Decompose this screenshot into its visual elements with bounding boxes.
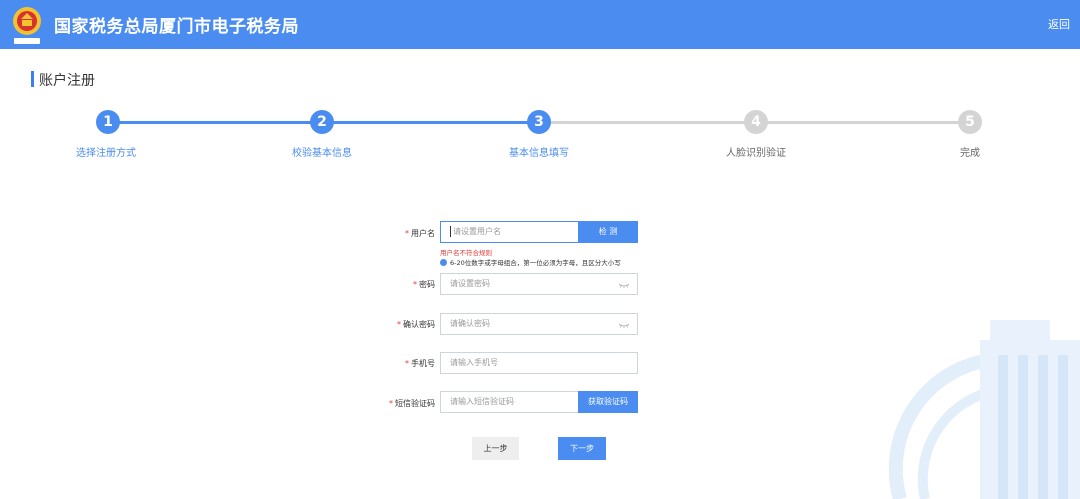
check-username-button[interactable]: 检 测 <box>578 221 638 243</box>
step-3-label: 基本信息填写 <box>509 148 569 159</box>
step-4-label: 人脸识别验证 <box>726 148 786 159</box>
sms-code-input[interactable]: 请输入短信验证码 <box>440 391 580 413</box>
phone-label: * 手机号 <box>405 359 435 368</box>
info-icon <box>440 259 447 266</box>
eye-closed-icon[interactable] <box>619 283 629 288</box>
confirm-password-label: * 确认密码 <box>397 320 435 329</box>
page-title: 账户注册 <box>39 73 95 89</box>
step-connector-2 <box>322 121 539 124</box>
step-2-number: 2 <box>317 114 327 130</box>
password-label: * 密码 <box>413 280 435 289</box>
username-label: * 用户名 <box>405 229 435 238</box>
phone-input[interactable]: 请输入手机号 <box>440 352 638 374</box>
step-1-label: 选择注册方式 <box>76 148 136 159</box>
app-header: 国家税务总局厦门市电子税务局 返回 <box>0 0 1080 49</box>
sms-code-label: * 短信验证码 <box>389 399 435 408</box>
step-1-number: 1 <box>103 114 113 130</box>
step-1-circle: 1 <box>96 110 120 134</box>
username-input[interactable]: 请设置用户名 <box>440 221 580 243</box>
step-3-circle: 3 <box>527 110 551 134</box>
eye-closed-icon[interactable] <box>619 323 629 328</box>
step-3-number: 3 <box>534 114 544 130</box>
step-4-number: 4 <box>751 114 761 130</box>
next-step-button[interactable]: 下一步 <box>558 437 606 460</box>
site-title: 国家税务总局厦门市电子税务局 <box>54 17 299 37</box>
building-watermark-icon <box>888 320 1080 499</box>
text-cursor <box>450 226 451 237</box>
username-hint: 6-20位数字或字母组合，第一位必须为字母，且区分大小写 <box>440 257 621 267</box>
step-2-label: 校验基本信息 <box>292 148 352 159</box>
step-connector-4 <box>756 121 970 124</box>
title-accent-bar <box>31 71 34 87</box>
confirm-password-input[interactable]: 请确认密码 <box>440 313 638 335</box>
get-sms-code-button[interactable]: 获取验证码 <box>578 391 638 413</box>
step-connector-1 <box>108 121 322 124</box>
prev-step-button[interactable]: 上一步 <box>472 437 519 460</box>
password-input[interactable]: 请设置密码 <box>440 273 638 295</box>
tax-emblem-icon <box>13 7 41 44</box>
step-5-label: 完成 <box>960 148 980 159</box>
step-5-circle: 5 <box>958 110 982 134</box>
step-5-number: 5 <box>965 114 975 130</box>
step-2-circle: 2 <box>310 110 334 134</box>
step-4-circle: 4 <box>744 110 768 134</box>
step-connector-3 <box>539 121 756 124</box>
username-error-text: 用户名不符合规则 <box>440 249 492 257</box>
back-link[interactable]: 返回 <box>1048 16 1070 32</box>
